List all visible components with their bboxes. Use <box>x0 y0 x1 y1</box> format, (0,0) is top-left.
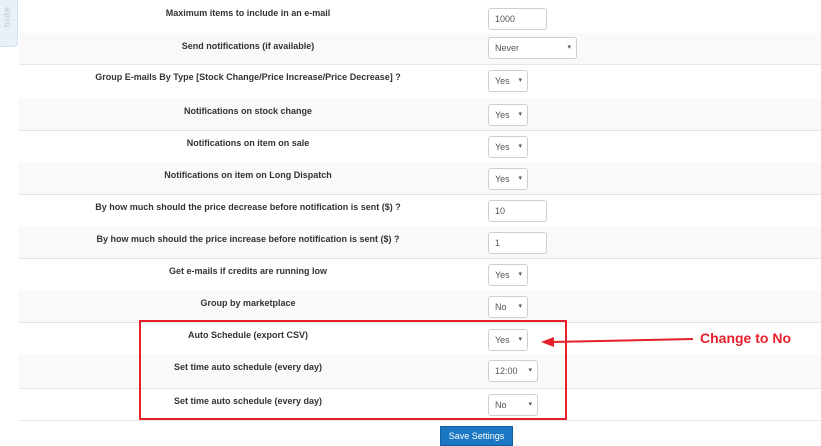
row-long-dispatch: Notifications on item on Long Dispatch Y… <box>19 162 821 195</box>
long-dispatch-select[interactable]: Yes ▾ <box>488 168 528 190</box>
price-decrease-input[interactable]: 10 <box>488 200 547 222</box>
group-emails-label: Group E-mails By Type [Stock Change/Pric… <box>95 72 401 82</box>
row-max-items: Maximum items to include in an e-mail 10… <box>19 0 821 34</box>
item-on-sale-value: Yes <box>495 142 510 152</box>
row-credits-low: Get e-mails if credits are running low Y… <box>19 258 821 291</box>
item-on-sale-select[interactable]: Yes ▾ <box>488 136 528 158</box>
row-stock-change: Notifications on stock change Yes ▾ <box>19 98 821 131</box>
chevron-down-icon: ▾ <box>567 44 571 51</box>
row-group-emails: Group E-mails By Type [Stock Change/Pric… <box>19 64 821 99</box>
hide-tab-label: hide <box>2 6 12 28</box>
price-decrease-label: By how much should the price decrease be… <box>95 202 401 212</box>
chevron-down-icon: ▾ <box>518 77 522 84</box>
row-group-marketplace: Group by marketplace No ▾ <box>19 290 821 323</box>
stock-change-label: Notifications on stock change <box>183 106 313 116</box>
credits-low-select[interactable]: Yes ▾ <box>488 264 528 286</box>
item-on-sale-label: Notifications on item on sale <box>186 138 310 148</box>
chevron-down-icon: ▾ <box>518 271 522 278</box>
group-marketplace-select[interactable]: No ▾ <box>488 296 528 318</box>
chevron-down-icon: ▾ <box>518 111 522 118</box>
row-send-notifications: Send notifications (if available) Never … <box>19 33 821 65</box>
chevron-down-icon: ▾ <box>518 303 522 310</box>
max-items-input[interactable]: 1000 <box>488 8 547 30</box>
send-notifications-select[interactable]: Never ▾ <box>488 37 577 59</box>
long-dispatch-value: Yes <box>495 174 510 184</box>
price-increase-input[interactable]: 1 <box>488 232 547 254</box>
chevron-down-icon: ▾ <box>518 175 522 182</box>
send-notifications-label: Send notifications (if available) <box>181 41 315 51</box>
row-item-on-sale: Notifications on item on sale Yes ▾ <box>19 130 821 163</box>
row-price-decrease: By how much should the price decrease be… <box>19 194 821 227</box>
long-dispatch-label: Notifications on item on Long Dispatch <box>164 170 332 180</box>
stock-change-value: Yes <box>495 110 510 120</box>
annotation-callout: Change to No <box>700 330 791 346</box>
price-increase-label: By how much should the price increase be… <box>96 234 400 244</box>
hide-sidebar-tab[interactable]: hide <box>0 0 18 47</box>
group-emails-value: Yes <box>495 76 510 86</box>
max-items-label: Maximum items to include in an e-mail <box>165 8 331 18</box>
group-marketplace-label: Group by marketplace <box>200 298 296 308</box>
send-notifications-value: Never <box>495 43 520 53</box>
group-emails-select[interactable]: Yes ▾ <box>488 70 528 92</box>
chevron-down-icon: ▾ <box>518 143 522 150</box>
row-price-increase: By how much should the price increase be… <box>19 226 821 259</box>
credits-low-label: Get e-mails if credits are running low <box>168 266 328 276</box>
save-settings-button[interactable]: Save Settings <box>440 426 513 446</box>
group-marketplace-value: No <box>495 302 507 312</box>
stock-change-select[interactable]: Yes ▾ <box>488 104 528 126</box>
credits-low-value: Yes <box>495 270 510 280</box>
annotation-highlight-box <box>139 320 567 420</box>
